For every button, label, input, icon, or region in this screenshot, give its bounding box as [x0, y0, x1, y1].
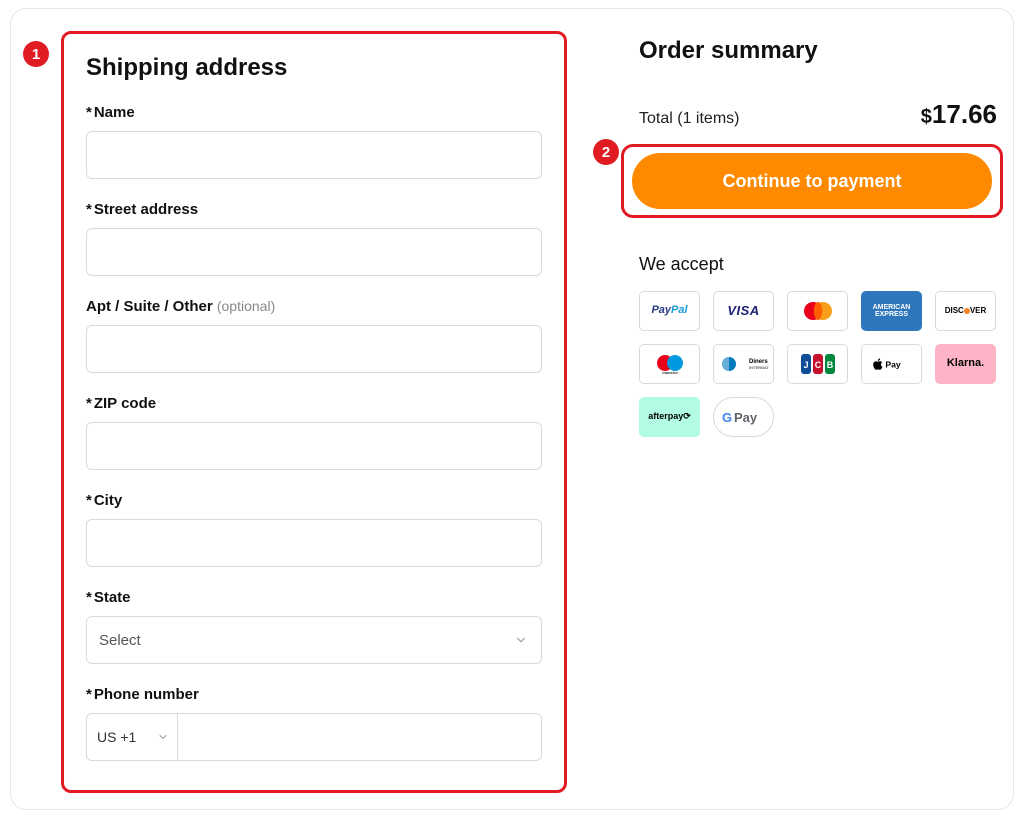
label-apt: Apt / Suite / Other (optional): [86, 298, 542, 315]
label-city: *City: [86, 492, 542, 509]
we-accept-heading: We accept: [639, 254, 997, 275]
svg-text:maestro: maestro: [662, 370, 678, 375]
apt-input[interactable]: [86, 325, 542, 373]
phone-cc-value: US +1: [97, 729, 136, 745]
callout-badge-1: 1: [23, 41, 49, 67]
order-total-row: Total (1 items) $17.66: [639, 99, 997, 130]
order-summary-panel: Order summary Total (1 items) $17.66 Con…: [639, 37, 997, 437]
visa-icon: VISA: [713, 291, 774, 331]
field-city: *City: [86, 492, 542, 567]
total-amount: $17.66: [921, 99, 997, 130]
field-state: *State Select: [86, 589, 542, 664]
shipping-heading: Shipping address: [86, 54, 542, 82]
name-input[interactable]: [86, 131, 542, 179]
svg-text:B: B: [826, 360, 833, 370]
label-zip: *ZIP code: [86, 395, 542, 412]
afterpay-icon: afterpay⟳: [639, 397, 700, 437]
zip-input[interactable]: [86, 422, 542, 470]
field-phone: *Phone number US +1: [86, 686, 542, 761]
svg-text:Pay: Pay: [885, 359, 901, 369]
chevron-down-icon: [157, 731, 169, 743]
svg-text:Pay: Pay: [734, 410, 758, 425]
state-select[interactable]: Select: [86, 616, 542, 664]
street-input[interactable]: [86, 228, 542, 276]
summary-heading: Order summary: [639, 37, 997, 65]
amex-icon: AMERICANEXPRESS: [861, 291, 922, 331]
jcb-icon: JCB: [787, 344, 848, 384]
continue-callout-outline: Continue to payment: [621, 144, 1003, 218]
required-star-icon: *: [86, 395, 92, 412]
svg-text:J: J: [803, 360, 808, 370]
required-star-icon: *: [86, 589, 92, 606]
diners-club-icon: Diners ClubINTERNATIONAL: [713, 344, 774, 384]
klarna-icon: Klarna.: [935, 344, 996, 384]
label-phone: *Phone number: [86, 686, 542, 703]
phone-country-code-select[interactable]: US +1: [86, 713, 178, 761]
required-star-icon: *: [86, 201, 92, 218]
label-state: *State: [86, 589, 542, 606]
label-street: *Street address: [86, 201, 542, 218]
phone-input[interactable]: [178, 713, 542, 761]
optional-tag: (optional): [217, 298, 275, 314]
field-apt: Apt / Suite / Other (optional): [86, 298, 542, 373]
mastercard-icon: [787, 291, 848, 331]
field-street: *Street address: [86, 201, 542, 276]
google-pay-icon: GPay: [713, 397, 774, 437]
state-select-value: Select: [99, 632, 141, 649]
required-star-icon: *: [86, 492, 92, 509]
apple-pay-icon: Pay: [861, 344, 922, 384]
city-input[interactable]: [86, 519, 542, 567]
paypal-icon: PayPal: [639, 291, 700, 331]
callout-badge-2: 2: [593, 139, 619, 165]
svg-text:C: C: [814, 360, 821, 370]
maestro-icon: maestro: [639, 344, 700, 384]
checkout-page: 1 2 Shipping address *Name *Street addre…: [10, 8, 1014, 810]
svg-text:G: G: [722, 410, 732, 425]
required-star-icon: *: [86, 686, 92, 703]
svg-text:INTERNATIONAL: INTERNATIONAL: [749, 365, 769, 370]
label-name: *Name: [86, 104, 542, 121]
discover-icon: DISCVER: [935, 291, 996, 331]
total-label: Total (1 items): [639, 110, 739, 128]
payment-methods-grid: PayPal VISA AMERICANEXPRESS DISCVER maes…: [639, 291, 997, 437]
field-zip: *ZIP code: [86, 395, 542, 470]
shipping-address-panel: Shipping address *Name *Street address A…: [61, 31, 567, 793]
field-name: *Name: [86, 104, 542, 179]
required-star-icon: *: [86, 104, 92, 121]
continue-to-payment-button[interactable]: Continue to payment: [632, 153, 992, 209]
